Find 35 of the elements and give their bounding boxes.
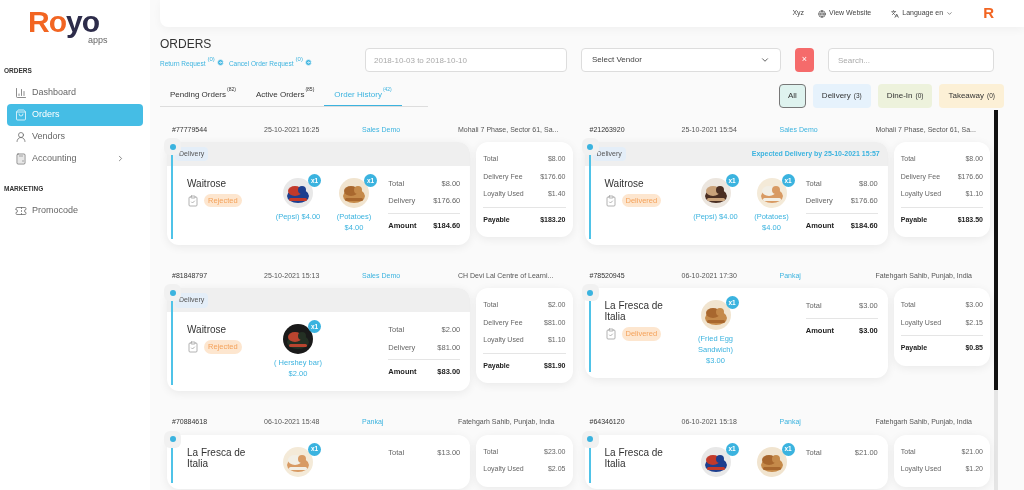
type-filter[interactable]: All <box>778 84 806 108</box>
timeline-marker <box>164 430 181 448</box>
tab[interactable]: Pending Orders $^{(82)}$ <box>160 85 246 106</box>
store-name: La Fresca de Italia <box>604 446 664 469</box>
scrollbar[interactable] <box>994 110 998 490</box>
store-name: Waitrose <box>187 324 228 336</box>
chevron-icon <box>116 154 125 164</box>
sidebar-item[interactable]: Vendors <box>7 125 143 148</box>
search-field[interactable]: Search... <box>828 48 994 72</box>
tab[interactable]: Active Orders $^{(85)}$ <box>245 85 325 106</box>
page-title: ORDERS <box>160 36 213 53</box>
vendor-select[interactable]: Select Vendor <box>581 48 781 72</box>
chevron-icon <box>760 55 770 65</box>
store-name: La Fresca de Italia <box>604 300 664 323</box>
arrow-icon <box>304 59 312 66</box>
timeline-marker <box>581 430 599 448</box>
date-range-field[interactable]: 2018-10-03 to 2018-10-10 <box>365 48 567 72</box>
chevron-icon <box>946 10 954 17</box>
globe-icon <box>818 9 827 18</box>
logo-text: Ro <box>28 6 66 38</box>
store-name: La Fresca de Italia <box>187 446 247 469</box>
calculator-icon <box>15 152 27 165</box>
sidebar-item[interactable]: Accounting <box>7 147 143 170</box>
arrow-icon <box>216 59 224 66</box>
sidebar-item[interactable]: Dashboard <box>7 81 143 104</box>
language-icon <box>891 9 900 18</box>
store-name: Waitrose <box>187 178 228 189</box>
ticket-icon <box>15 204 27 217</box>
logo-text: yo <box>66 6 99 38</box>
chart-icon <box>15 86 27 99</box>
timeline-marker <box>581 284 599 302</box>
store-name: Waitrose <box>604 178 645 189</box>
sidebar-item[interactable]: Promocode <box>7 199 143 222</box>
person-icon <box>15 130 27 143</box>
logo-subtitle: apps <box>88 35 109 47</box>
